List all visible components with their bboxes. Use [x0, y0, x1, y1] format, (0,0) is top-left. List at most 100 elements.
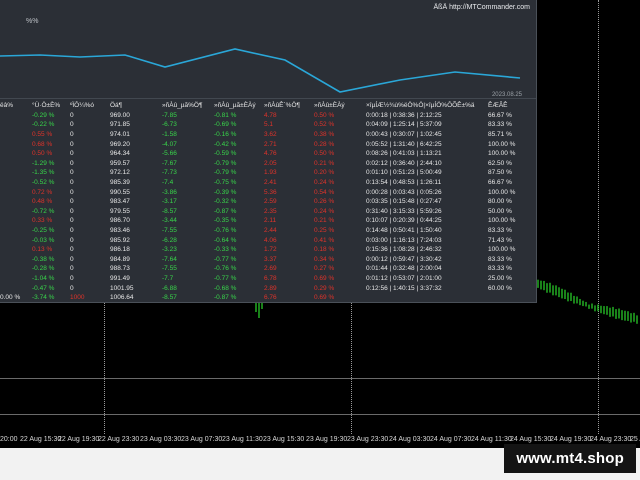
- table-cell: [0, 120, 32, 130]
- total-cell: 0.00 %: [0, 294, 21, 302]
- table-row[interactable]: 0.55 % 0 974.01 -1.58 -0.16 % 3.62 0.38 % 0:00:…: [0, 130, 528, 140]
- table-row[interactable]: -0.29 % 0 969.00 -7.85 -0.81 % 4.78 0.50 % 0:00…: [0, 111, 528, 121]
- table-cell: 0:00:43 | 0:30:07 | 1:02:45: [366, 131, 442, 139]
- table-cell: 0: [70, 217, 74, 225]
- table-cell: 1001.95: [110, 284, 134, 292]
- table-row[interactable]: -1.35 % 0 972.12 -7.73 -0.79 % 1.93 0.20 % 0:01…: [0, 168, 528, 178]
- table-cell: 2.89: [264, 284, 277, 292]
- table-cell: 0: [70, 265, 74, 273]
- table-row[interactable]: 0.13 % 0 986.18 -3.23 -0.33 % 1.72 0.18 % 0:15:…: [0, 245, 528, 255]
- table-row[interactable]: -0.72 % 0 979.55 -8.57 -0.87 % 2.35 0.24 % 0:31…: [0, 207, 528, 217]
- table-cell: 0: [70, 255, 74, 263]
- table-cell: 6.78: [264, 274, 277, 282]
- total-cell: 0.69 %: [314, 294, 335, 302]
- table-cell: 0: [70, 179, 74, 187]
- table-cell: 0:05:52 | 1:31:40 | 6:42:25: [366, 140, 442, 148]
- table-cell: 0: [70, 121, 74, 129]
- table-cell: 0.33 %: [32, 217, 53, 225]
- table-cell: 984.89: [110, 255, 130, 263]
- table-row[interactable]: 0.33 % 0 986.70 -3.44 -0.35 % 2.11 0.21 % 0:10:…: [0, 216, 528, 226]
- time-tick-label: 22 Aug 23:30: [98, 436, 140, 443]
- table-row[interactable]: -1.04 % 0 991.49 -7.7 -0.77 % 6.78 0.69 % 0:01:…: [0, 274, 528, 284]
- table-row[interactable]: 0.68 % 0 969.20 -4.07 -0.42 % 2.71 0.28 % 0:05:…: [0, 139, 528, 149]
- table-cell: 0:15:36 | 1:08:28 | 2:46:32: [366, 246, 442, 254]
- table-row[interactable]: 0.50 % 0 964.34 -5.66 -0.59 % 4.76 0.50 % 0:08:…: [0, 149, 528, 159]
- column-header[interactable]: Öá¶: [110, 101, 162, 111]
- table-cell: 66.67 %: [488, 179, 512, 187]
- table-cell: 971.85: [110, 121, 130, 129]
- table-row[interactable]: 0.72 % 0 990.55 -3.86 -0.39 % 5.36 0.54 % 0:00:…: [0, 187, 528, 197]
- table-cell: 2.44: [264, 227, 277, 235]
- table-cell: 0:00:28 | 0:03:43 | 0:05:26: [366, 188, 442, 196]
- table-cell: 0:02:12 | 0:36:40 | 2:44:10: [366, 159, 442, 167]
- table-cell: 0.21 %: [314, 217, 335, 225]
- bottom-strip: www.mt4.shop: [0, 444, 640, 480]
- column-header[interactable]: ºÏÔ¼%ó: [70, 101, 110, 111]
- table-row[interactable]: -0.25 % 0 983.46 -7.55 -0.76 % 2.44 0.25 % 0:14…: [0, 226, 528, 236]
- column-header[interactable]: ëâ%: [0, 101, 32, 111]
- table-cell: 83.33 %: [488, 255, 512, 263]
- table-cell: 0.18 %: [314, 246, 335, 254]
- table-row[interactable]: -0.38 % 0 984.89 -7.64 -0.77 % 3.37 0.34 % 0:00…: [0, 255, 528, 265]
- column-header[interactable]: °Ù·Ö±È%: [32, 101, 70, 111]
- table-row[interactable]: -0.52 % 0 985.39 -7.4 -0.75 % 2.41 0.24 % 0:13:…: [0, 178, 528, 188]
- mtcommander-link[interactable]: ÄßÄ http://MTCommander.com: [434, 4, 530, 11]
- table-cell: 4.78: [264, 111, 277, 119]
- time-tick-label: 20:00: [0, 436, 18, 443]
- table-row[interactable]: -0.03 % 0 985.92 -6.28 -0.64 % 4.06 0.41 % 0:03…: [0, 235, 528, 245]
- table-cell: -1.29 %: [32, 159, 55, 167]
- table-cell: 991.49: [110, 274, 130, 282]
- table-cell: -1.35 %: [32, 169, 55, 177]
- table-cell: -0.16 %: [214, 131, 237, 139]
- table-cell: 0.27 %: [314, 265, 335, 273]
- table-cell: 0.69 %: [314, 274, 335, 282]
- table-cell: 0:00:12 | 0:59:47 | 3:30:42: [366, 255, 442, 263]
- table-cell: 985.39: [110, 179, 130, 187]
- table-cell: 0:01:10 | 0:51:23 | 5:00:49: [366, 169, 442, 177]
- table-cell: 0.13 %: [32, 246, 53, 254]
- column-header[interactable]: »ñÀûÊ´%Ö¶: [264, 101, 314, 111]
- table-cell: 85.71 %: [488, 131, 512, 139]
- table-cell: [0, 226, 32, 236]
- table-cell: 990.55: [110, 188, 130, 196]
- table-cell: [0, 245, 32, 255]
- table-row[interactable]: 0.48 % 0 983.47 -3.17 -0.32 % 2.59 0.26 % 0:03:…: [0, 197, 528, 207]
- column-header[interactable]: ×îµÍÆ½¾ù%ëÖ%Ö|×îµÍÖ%ÔÕÊ±%ä: [366, 101, 488, 111]
- table-cell: [0, 178, 32, 188]
- table-cell: 0.26 %: [314, 198, 335, 206]
- table-cell: 1.93: [264, 169, 277, 177]
- table-row[interactable]: -0.47 % 0 1001.95 -6.88 -0.68 % 2.89 0.29 % 0:1…: [0, 283, 528, 293]
- table-cell: 0: [70, 140, 74, 148]
- table-cell: 964.34: [110, 150, 130, 158]
- table-cell: 0.52 %: [314, 121, 335, 129]
- column-header[interactable]: »ñÀû±ÈÀý: [314, 101, 366, 111]
- stats-panel[interactable]: %% ÄßÄ http://MTCommander.com 2023.08.25…: [0, 0, 537, 303]
- column-header[interactable]: »ñÀû_µã%Ö¶: [162, 101, 214, 111]
- table-cell: 0.50 %: [32, 150, 53, 158]
- table-cell: -0.81 %: [214, 111, 237, 119]
- table-cell: 0.34 %: [314, 255, 335, 263]
- table-cell: -1.58: [162, 131, 177, 139]
- table-row[interactable]: -0.28 % 0 988.73 -7.55 -0.76 % 2.69 0.27 % 0:01…: [0, 264, 528, 274]
- table-cell: 959.57: [110, 159, 130, 167]
- table-cell: [0, 264, 32, 274]
- divider: [0, 98, 536, 99]
- table-row[interactable]: -0.22 % 0 971.85 -6.73 -0.69 % 5.1 0.52 % 0:04:…: [0, 120, 528, 130]
- table-cell: 3.37: [264, 255, 277, 263]
- table-cell: 80.00 %: [488, 198, 512, 206]
- table-cell: -0.32 %: [214, 198, 237, 206]
- table-cell: -7.4: [162, 179, 174, 187]
- time-tick-label: 24 Aug 19:30: [550, 436, 592, 443]
- table-cell: 2.05: [264, 159, 277, 167]
- table-cell: 2.35: [264, 207, 277, 215]
- table-cell: 2.71: [264, 140, 277, 148]
- stats-table: ëâ% °Ù·Ö±È% ºÏÔ¼%ó Öá¶ »ñÀû_µã%Ö¶ »ñÀû_µã±ÈÀý…: [0, 101, 528, 302]
- table-cell: 0.29 %: [314, 284, 335, 292]
- time-tick-label: 23 Aug 03:30: [140, 436, 182, 443]
- table-cell: -0.39 %: [214, 188, 237, 196]
- column-header[interactable]: »ñÀû_µã±ÈÀý: [214, 101, 264, 111]
- table-cell: -0.69 %: [214, 121, 237, 129]
- table-cell: -0.35 %: [214, 217, 237, 225]
- table-row[interactable]: -1.29 % 0 959.57 -7.67 -0.79 % 2.05 0.21 % 0:02…: [0, 159, 528, 169]
- column-header[interactable]: ÊÆÂÊ: [488, 101, 528, 111]
